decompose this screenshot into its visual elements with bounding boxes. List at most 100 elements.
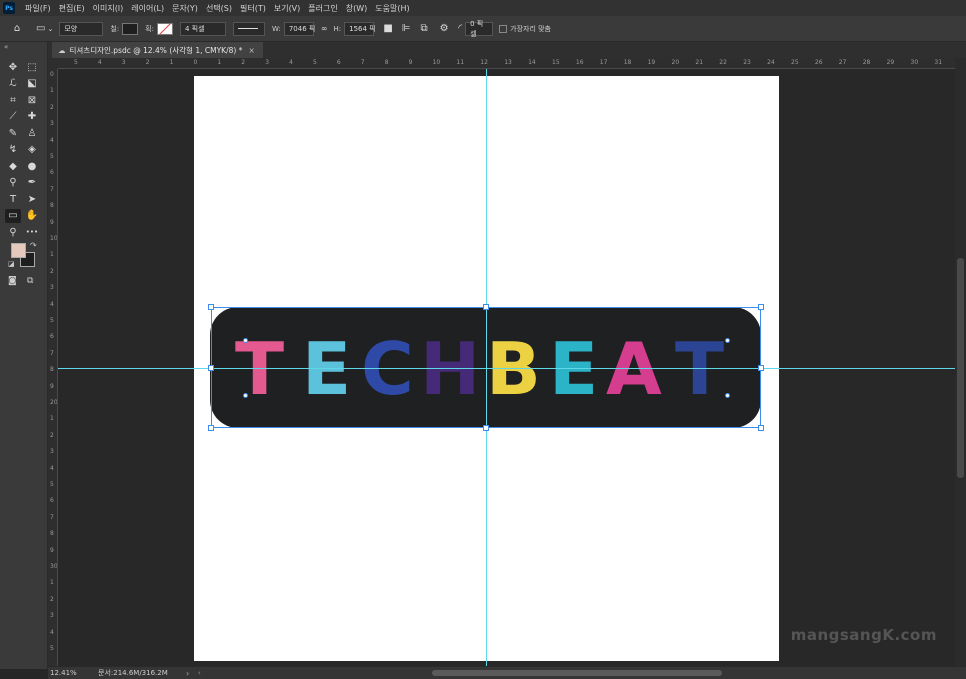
menu-select[interactable]: 선택(S) xyxy=(202,3,236,14)
zoom-level[interactable]: 12.41% xyxy=(48,669,88,677)
menu-type[interactable]: 문자(Y) xyxy=(168,3,202,14)
document-tab-bar: ☁ 티셔츠디자인.psdc @ 12.4% (사각형 1, CMYK/8) * … xyxy=(48,42,966,58)
height-field[interactable]: 1564 픽 xyxy=(344,21,376,36)
fill-swatch[interactable] xyxy=(122,22,139,35)
brush-tool-icon[interactable]: ✎ xyxy=(5,126,21,140)
status-menu-arrow[interactable]: › xyxy=(186,669,189,678)
screen-mode-icon[interactable]: ⧉ xyxy=(27,276,33,286)
width-field[interactable]: 7046 픽 xyxy=(283,21,315,36)
photoshop-window: Ps 파일(F) 편집(E) 이미지(I) 레이어(L) 문자(Y) 선택(S)… xyxy=(0,0,966,679)
link-icon[interactable]: ∞ xyxy=(321,24,328,33)
transform-handle[interactable] xyxy=(208,365,214,371)
horizontal-ruler[interactable]: 5 4 3 2 1 0 1 2 3 4 5 6 7 8 9 10 11 12 13 14 15 16 17 18 19 20 21 2… xyxy=(58,58,966,69)
home-icon[interactable]: ⌂ xyxy=(6,23,28,34)
corner-radius-handle[interactable] xyxy=(725,338,730,343)
ruler-tick-label: 2 xyxy=(50,103,54,111)
history-brush-tool-icon[interactable]: ↯ xyxy=(5,143,21,157)
vertical-ruler[interactable]: 0 1 2 3 4 5 6 7 8 9 10 1 2 3 4 5 6 7 8 9 20 1 2 3 4 5 6 7 8 9 30 1 2 3 4 5 xyxy=(48,69,58,666)
transform-handle[interactable] xyxy=(758,304,764,310)
corner-radius-handle[interactable] xyxy=(243,338,248,343)
transform-handle[interactable] xyxy=(758,425,764,431)
scroll-left-arrow[interactable]: ‹ xyxy=(198,669,201,677)
align-edges-label: 가장자리 맞춤 xyxy=(510,24,551,33)
shape-preset-icon[interactable]: ▭ xyxy=(36,23,45,34)
blur-tool-icon[interactable]: ● xyxy=(24,159,40,173)
ruler-tick-label: 3 xyxy=(265,59,270,66)
ruler-tick-label: 13 xyxy=(504,59,512,66)
photoshop-logo[interactable]: Ps xyxy=(3,2,15,14)
ruler-tick-label: 20 xyxy=(50,399,58,406)
ruler-tick-label: 0 xyxy=(193,59,198,66)
corner-radius-handle[interactable] xyxy=(725,393,730,398)
eraser-tool-icon[interactable]: ◈ xyxy=(24,143,40,157)
object-select-tool-icon[interactable]: ⬕ xyxy=(24,77,40,91)
ruler-tick-label: 8 xyxy=(50,202,54,210)
close-tab-icon[interactable]: × xyxy=(248,46,254,55)
ruler-tick-label: 14 xyxy=(528,59,536,66)
menu-image[interactable]: 이미지(I) xyxy=(89,3,128,14)
ruler-tick-label: 5 xyxy=(50,481,54,488)
ruler-tick-label: 24 xyxy=(767,59,775,66)
ruler-tick-label: 4 xyxy=(50,300,54,308)
cloud-doc-icon: ☁ xyxy=(58,45,66,55)
menu-edit[interactable]: 편집(E) xyxy=(55,3,89,14)
path-operations-icon[interactable]: ■ xyxy=(381,23,395,34)
type-tool-icon[interactable]: T xyxy=(5,192,21,206)
menu-window[interactable]: 창(W) xyxy=(342,3,372,14)
path-alignment-icon[interactable]: ⊫ xyxy=(399,23,413,34)
marquee-tool-icon[interactable]: ⬚ xyxy=(24,60,40,74)
align-edges-checkbox[interactable] xyxy=(499,24,508,33)
menu-view[interactable]: 보기(V) xyxy=(270,3,304,14)
zoom-tool-icon[interactable]: ⚲ xyxy=(5,225,21,239)
canvas-area[interactable]: TECHBEAT mangsangK.com xyxy=(58,69,955,666)
transform-handle[interactable] xyxy=(208,425,214,431)
document-tab[interactable]: ☁ 티셔츠디자인.psdc @ 12.4% (사각형 1, CMYK/8) * … xyxy=(52,42,263,58)
gear-icon[interactable]: ⚙ xyxy=(437,23,451,34)
ruler-tick-label: 3 xyxy=(50,612,54,620)
healing-brush-tool-icon[interactable]: ✚ xyxy=(24,110,40,124)
stroke-type-select[interactable] xyxy=(232,21,265,36)
frame-tool-icon[interactable]: ⊠ xyxy=(24,93,40,107)
more-tools-icon[interactable]: ••• xyxy=(24,225,40,239)
swap-colors-icon[interactable]: ↷ xyxy=(30,241,37,250)
rectangle-tool-icon[interactable]: ▭ xyxy=(5,208,21,223)
chevron-down-icon[interactable]: ⌄ xyxy=(47,25,53,33)
crop-tool-icon[interactable]: ⌗ xyxy=(5,93,21,107)
vertical-scrollbar-thumb[interactable] xyxy=(957,258,964,478)
collapse-panel-icon[interactable]: « xyxy=(4,43,8,51)
pen-tool-icon[interactable]: ✒ xyxy=(24,176,40,190)
eyedropper-tool-icon[interactable]: ⟋ xyxy=(5,110,21,124)
stroke-size-field[interactable]: 4 픽셀 xyxy=(179,21,226,36)
quick-mask-icon[interactable]: ◙ xyxy=(8,276,17,286)
document-size[interactable]: 문서:214.6M/316.2M xyxy=(98,668,178,678)
hand-tool-icon[interactable]: ✋ xyxy=(24,209,40,223)
corner-radius-icon: ◜ xyxy=(458,23,463,34)
move-tool-icon[interactable]: ✥ xyxy=(5,60,21,74)
ruler-tick-label: 8 xyxy=(384,59,389,66)
foreground-color-swatch[interactable] xyxy=(11,243,26,258)
transform-bounding-box[interactable] xyxy=(211,307,761,428)
transform-handle[interactable] xyxy=(208,304,214,310)
menu-layer[interactable]: 레이어(L) xyxy=(127,3,168,14)
corner-radius-field[interactable]: 0 픽셀 xyxy=(465,20,494,38)
shape-mode-select[interactable]: 모양 xyxy=(59,21,104,36)
dodge-tool-icon[interactable]: ⚲ xyxy=(5,176,21,190)
ruler-tick-label: 6 xyxy=(50,333,54,341)
corner-radius-handle[interactable] xyxy=(243,393,248,398)
transform-handle[interactable] xyxy=(758,365,764,371)
transform-handle[interactable] xyxy=(483,304,489,310)
menu-help[interactable]: 도움말(H) xyxy=(371,3,413,14)
path-select-tool-icon[interactable]: ➤ xyxy=(24,192,40,206)
horizontal-scrollbar-thumb[interactable] xyxy=(432,670,722,676)
menu-file[interactable]: 파일(F) xyxy=(21,3,55,14)
transform-handle[interactable] xyxy=(483,425,489,431)
menu-filter[interactable]: 필터(T) xyxy=(236,3,270,14)
default-colors-icon[interactable]: ◪ xyxy=(8,260,15,268)
paint-bucket-tool-icon[interactable]: ◆ xyxy=(5,159,21,173)
path-arrangement-icon[interactable]: ⧉ xyxy=(417,23,431,34)
lasso-tool-icon[interactable]: ℒ xyxy=(5,77,21,91)
menu-plugins[interactable]: 플러그인 xyxy=(304,3,341,14)
stroke-swatch[interactable] xyxy=(156,22,173,35)
clone-stamp-tool-icon[interactable]: ♙ xyxy=(24,126,40,140)
vertical-scrollbar[interactable] xyxy=(955,58,966,666)
